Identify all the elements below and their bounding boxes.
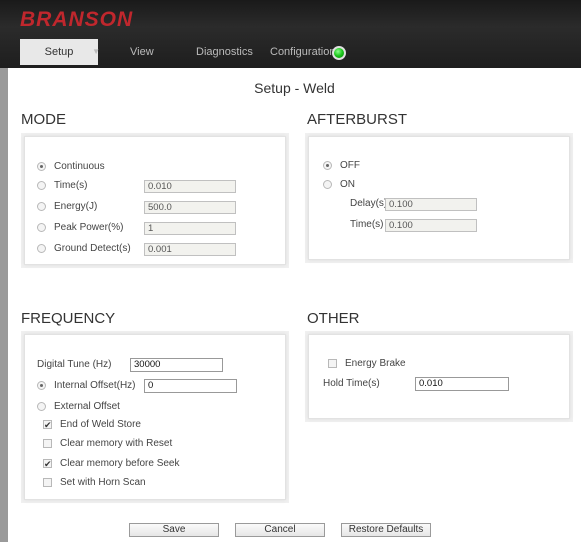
mode-option-label: Energy(J) bbox=[54, 201, 98, 212]
chevron-down-icon: ▼ bbox=[92, 47, 100, 56]
mode-option-label: Continuous bbox=[54, 161, 105, 172]
nav-configuration[interactable]: Configuration ▼ bbox=[270, 39, 336, 83]
set-with-horn-scan-label: Set with Horn Scan bbox=[60, 477, 146, 488]
mode-peak-power-field[interactable]: 1 bbox=[144, 222, 236, 235]
afterburst-off[interactable]: OFF bbox=[323, 160, 360, 171]
mode-peak-power[interactable]: Peak Power(%) bbox=[37, 222, 123, 233]
energy-brake-label: Energy Brake bbox=[345, 358, 406, 369]
nav-diagnostics-label: Diagnostics bbox=[196, 46, 253, 58]
checkbox-checked-icon[interactable]: ✔ bbox=[43, 420, 52, 430]
radio-icon[interactable] bbox=[37, 381, 46, 390]
app-header: BRANSON Setup ▼ View ▼ Diagnostics ▼ Con… bbox=[0, 0, 581, 83]
afterburst-off-label: OFF bbox=[340, 160, 360, 171]
internal-offset[interactable]: Internal Offset(Hz) bbox=[37, 380, 136, 391]
mode-option-label: Time(s) bbox=[54, 180, 88, 191]
radio-icon[interactable] bbox=[37, 223, 46, 232]
clear-memory-reset[interactable]: Clear memory with Reset bbox=[43, 438, 172, 449]
mode-energy[interactable]: Energy(J) bbox=[37, 201, 97, 212]
end-of-weld-store[interactable]: ✔ End of Weld Store bbox=[43, 419, 141, 430]
other-title: OTHER bbox=[307, 310, 360, 327]
nav-diagnostics[interactable]: Diagnostics ▼ bbox=[196, 39, 253, 83]
mode-time-field[interactable]: 0.010 bbox=[144, 180, 236, 193]
radio-icon[interactable] bbox=[37, 162, 46, 171]
digital-tune-label: Digital Tune (Hz) bbox=[37, 359, 112, 370]
radio-icon[interactable] bbox=[323, 161, 332, 170]
afterburst-delay-label: Delay(s) bbox=[350, 198, 388, 209]
checkbox-icon[interactable] bbox=[43, 478, 52, 487]
mode-time[interactable]: Time(s) bbox=[37, 180, 88, 191]
afterburst-delay-field[interactable]: 0.100 bbox=[385, 198, 477, 211]
mode-option-label: Peak Power(%) bbox=[54, 222, 124, 233]
clear-memory-reset-label: Clear memory with Reset bbox=[60, 438, 173, 449]
radio-icon[interactable] bbox=[37, 244, 46, 253]
nav-setup[interactable]: Setup ▼ bbox=[20, 39, 100, 65]
nav-view[interactable]: View ▼ bbox=[130, 39, 156, 83]
checkbox-checked-icon[interactable]: ✔ bbox=[43, 459, 52, 469]
nav-setup-label: Setup bbox=[44, 46, 74, 58]
mode-ground-detect-field[interactable]: 0.001 bbox=[144, 243, 236, 256]
mode-option-label: Ground Detect(s) bbox=[54, 243, 131, 254]
clear-memory-seek[interactable]: ✔ Clear memory before Seek bbox=[43, 458, 180, 469]
frequency-title: FREQUENCY bbox=[21, 310, 116, 327]
hold-time-field[interactable]: 0.010 bbox=[415, 377, 509, 391]
end-of-weld-store-label: End of Weld Store bbox=[60, 419, 141, 430]
checkbox-icon[interactable] bbox=[43, 439, 52, 448]
energy-brake[interactable]: Energy Brake bbox=[328, 358, 406, 369]
nav-view-label: View bbox=[130, 46, 154, 58]
external-offset[interactable]: External Offset bbox=[37, 401, 120, 412]
save-button[interactable]: Save bbox=[129, 523, 219, 537]
nav-configuration-label: Configuration bbox=[270, 46, 336, 58]
mode-title: MODE bbox=[21, 111, 66, 128]
radio-icon[interactable] bbox=[37, 202, 46, 211]
cancel-button[interactable]: Cancel bbox=[235, 523, 325, 537]
set-with-horn-scan[interactable]: Set with Horn Scan bbox=[43, 477, 146, 488]
internal-offset-label: Internal Offset(Hz) bbox=[54, 380, 136, 391]
afterburst-title: AFTERBURST bbox=[307, 111, 408, 128]
restore-defaults-button[interactable]: Restore Defaults bbox=[341, 523, 431, 537]
afterburst-on[interactable]: ON bbox=[323, 179, 355, 190]
mode-energy-field[interactable]: 500.0 bbox=[144, 201, 236, 214]
radio-icon[interactable] bbox=[37, 181, 46, 190]
radio-icon[interactable] bbox=[323, 180, 332, 189]
page-title: Setup - Weld bbox=[254, 80, 335, 96]
clear-memory-seek-label: Clear memory before Seek bbox=[60, 458, 180, 469]
brand-logo: BRANSON bbox=[20, 8, 134, 31]
radio-icon[interactable] bbox=[37, 402, 46, 411]
external-offset-label: External Offset bbox=[54, 401, 120, 412]
afterburst-on-label: ON bbox=[340, 179, 355, 190]
mode-continuous[interactable]: Continuous bbox=[37, 161, 105, 172]
afterburst-time-label: Time(s) bbox=[350, 219, 384, 230]
status-led-icon bbox=[332, 46, 346, 60]
afterburst-time-field[interactable]: 0.100 bbox=[385, 219, 477, 232]
mode-ground-detect[interactable]: Ground Detect(s) bbox=[37, 243, 131, 254]
checkbox-icon[interactable] bbox=[328, 359, 337, 368]
hold-time-label: Hold Time(s) bbox=[323, 378, 380, 389]
internal-offset-field[interactable]: 0 bbox=[144, 379, 237, 393]
left-border bbox=[0, 68, 8, 542]
digital-tune-field[interactable]: 30000 bbox=[130, 358, 223, 372]
